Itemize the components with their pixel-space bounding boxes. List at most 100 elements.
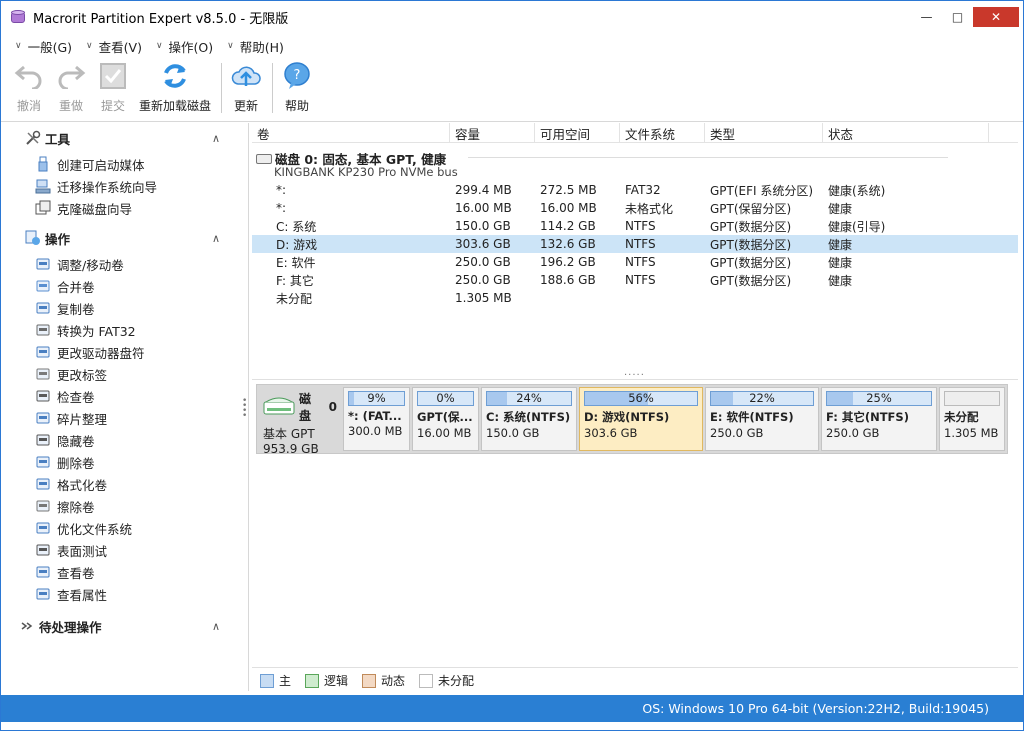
- cell-free: 132.6 GB: [540, 237, 596, 251]
- legend-primary: 主: [260, 672, 291, 689]
- menu-view[interactable]: ∨ 查看(V): [86, 37, 142, 56]
- sidebar-item-label: 克隆磁盘向导: [57, 201, 133, 217]
- reload-disk-button[interactable]: 重新加载磁盘: [139, 61, 211, 114]
- pending-section-header[interactable]: 待处理操作 ∧: [9, 611, 248, 641]
- sidebar-item-migrate-os[interactable]: 迁移操作系统向导: [9, 175, 248, 197]
- wrench-icon: [35, 388, 51, 404]
- sidebar-item-merge[interactable]: 合并卷: [9, 275, 248, 297]
- vertical-splitter-grip[interactable]: • • • •: [242, 397, 247, 421]
- sidebar-item-label: 复制卷: [57, 301, 95, 317]
- menu-label: 查看(V): [98, 39, 142, 55]
- cell-vol: C: 系统: [276, 219, 317, 234]
- sidebar-item-wrench[interactable]: 检查卷: [9, 385, 248, 407]
- menu-general[interactable]: ∨ 一般(G): [15, 37, 72, 56]
- window-controls: — □ ✕: [911, 1, 1023, 33]
- partition-name: E: 软件(NTFS): [710, 410, 794, 424]
- chevron-up-icon[interactable]: ∧: [212, 232, 220, 245]
- sidebar-item-resize[interactable]: 调整/移动卷: [9, 253, 248, 275]
- sidebar-item-delete[interactable]: 删除卷: [9, 451, 248, 473]
- sidebar-item-label: 查看卷: [57, 565, 95, 581]
- sidebar-item-properties[interactable]: 查看属性: [9, 583, 248, 605]
- refresh-icon: [159, 61, 191, 91]
- cell-fs: FAT32: [625, 183, 661, 197]
- horizontal-splitter-grip[interactable]: .....: [624, 367, 645, 378]
- reload-disk-label: 重新加载磁盘: [139, 99, 212, 113]
- sidebar-item-format[interactable]: 格式化卷: [9, 473, 248, 495]
- maximize-button[interactable]: □: [942, 7, 973, 27]
- help-label: 帮助: [285, 99, 310, 113]
- table-row[interactable]: F: 其它 250.0 GB 188.6 GB NTFS GPT(数据分区) 健康: [252, 271, 1018, 289]
- sidebar-item-copy[interactable]: 复制卷: [9, 297, 248, 319]
- operations-section-header[interactable]: 操作 ∧: [9, 223, 248, 253]
- pending-icon: [19, 618, 35, 634]
- partition-block[interactable]: 0% GPT(保... 16.00 MB: [412, 387, 479, 451]
- sidebar-item-label: 创建可启动媒体: [57, 157, 145, 173]
- tools-section-header[interactable]: 工具 ∧: [9, 123, 248, 153]
- partition-block[interactable]: 25% F: 其它(NTFS) 250.0 GB: [821, 387, 937, 451]
- sidebar-item-convert[interactable]: 转换为 FAT32: [9, 319, 248, 341]
- usage-percent: 56%: [628, 391, 654, 405]
- sidebar-item-defrag[interactable]: 碎片整理: [9, 407, 248, 429]
- partition-block[interactable]: 24% C: 系统(NTFS) 150.0 GB: [481, 387, 577, 451]
- format-icon: [35, 476, 51, 492]
- table-row[interactable]: *: 299.4 MB 272.5 MB FAT32 GPT(EFI 系统分区) 健康(系…: [252, 181, 1018, 199]
- sidebar-item-label: 检查卷: [57, 389, 95, 405]
- table-row[interactable]: D: 游戏 303.6 GB 132.6 GB NTFS GPT(数据分区) 健康: [252, 235, 1018, 253]
- partition-block[interactable]: 56% D: 游戏(NTFS) 303.6 GB: [579, 387, 703, 451]
- help-button[interactable]: ? 帮助: [281, 61, 313, 114]
- update-button[interactable]: 更新: [230, 61, 262, 114]
- disk-map-card[interactable]: 磁盘 0 基本 GPT 953.9 GB: [259, 387, 341, 456]
- close-button[interactable]: ✕: [973, 7, 1019, 27]
- disk-group-header[interactable]: 磁盘 0: 固态, 基本 GPT, 健康 KINGBANK KP230 Pro …: [252, 143, 1018, 181]
- table-row[interactable]: E: 软件 250.0 GB 196.2 GB NTFS GPT(数据分区) 健康: [252, 253, 1018, 271]
- usage-bar: 9%: [348, 391, 405, 406]
- column-file-system[interactable]: 文件系统: [620, 123, 705, 143]
- column-free-space[interactable]: 可用空间: [535, 123, 620, 143]
- partition-block[interactable]: 22% E: 软件(NTFS) 250.0 GB: [705, 387, 819, 451]
- legend-label: 逻辑: [324, 674, 349, 688]
- sidebar-item-eye[interactable]: 隐藏卷: [9, 429, 248, 451]
- chevron-up-icon[interactable]: ∧: [212, 620, 220, 633]
- sidebar-item-drive-letter[interactable]: 更改驱动器盘符: [9, 341, 248, 363]
- disk-icon: [256, 153, 272, 164]
- chevron-up-icon[interactable]: ∧: [212, 132, 220, 145]
- partition-name: 未分配: [944, 410, 979, 424]
- minimize-button[interactable]: —: [911, 7, 942, 27]
- cell-status: 健康: [828, 273, 853, 288]
- menu-help[interactable]: ∨ 帮助(H): [227, 37, 284, 56]
- column-volume[interactable]: 卷: [252, 123, 450, 143]
- update-label: 更新: [234, 99, 259, 113]
- commit-button[interactable]: 提交: [97, 61, 129, 114]
- cell-free: 114.2 GB: [540, 219, 596, 233]
- menu-operation[interactable]: ∨ 操作(O): [156, 37, 213, 56]
- table-row[interactable]: C: 系统 150.0 GB 114.2 GB NTFS GPT(数据分区) 健康(引导): [252, 217, 1018, 235]
- column-capacity[interactable]: 容量: [450, 123, 535, 143]
- cell-cap: 16.00 MB: [455, 201, 512, 215]
- partition-block[interactable]: 9% *: (FAT... 300.0 MB: [343, 387, 410, 451]
- cell-cap: 250.0 GB: [455, 273, 511, 287]
- sidebar-item-search[interactable]: 表面测试: [9, 539, 248, 561]
- legend-label: 动态: [381, 674, 406, 688]
- cell-free: 196.2 GB: [540, 255, 596, 269]
- table-row[interactable]: 未分配 1.305 MB: [252, 289, 1018, 307]
- sidebar-item-clone-disk[interactable]: 克隆磁盘向导: [9, 197, 248, 219]
- app-window: Macrorit Partition Expert v8.5.0 - 无限版 —…: [0, 0, 1024, 731]
- undo-button[interactable]: 撤消: [13, 61, 45, 114]
- usage-bar: [944, 391, 1000, 406]
- sidebar-item-optimize[interactable]: 优化文件系统: [9, 517, 248, 539]
- cell-fs: 未格式化: [625, 201, 674, 216]
- sidebar-item-label[interactable]: 更改标签: [9, 363, 248, 385]
- table-row[interactable]: *: 16.00 MB 16.00 MB 未格式化 GPT(保留分区) 健康: [252, 199, 1018, 217]
- os-info: OS: Windows 10 Pro 64-bit (Version:22H2,…: [642, 701, 989, 716]
- partition-block[interactable]: 未分配 1.305 MB: [939, 387, 1005, 451]
- column-type[interactable]: 类型: [705, 123, 823, 143]
- cell-status: 健康: [828, 201, 853, 216]
- sidebar-item-label: 迁移操作系统向导: [57, 179, 158, 195]
- usage-percent: 22%: [749, 391, 775, 405]
- redo-button[interactable]: 重做: [55, 61, 87, 114]
- column-status[interactable]: 状态: [823, 123, 989, 143]
- sidebar-item-bootable-media[interactable]: 创建可启动媒体: [9, 153, 248, 175]
- sidebar-item-eraser[interactable]: 擦除卷: [9, 495, 248, 517]
- usage-bar: 24%: [486, 391, 572, 406]
- sidebar-item-view[interactable]: 查看卷: [9, 561, 248, 583]
